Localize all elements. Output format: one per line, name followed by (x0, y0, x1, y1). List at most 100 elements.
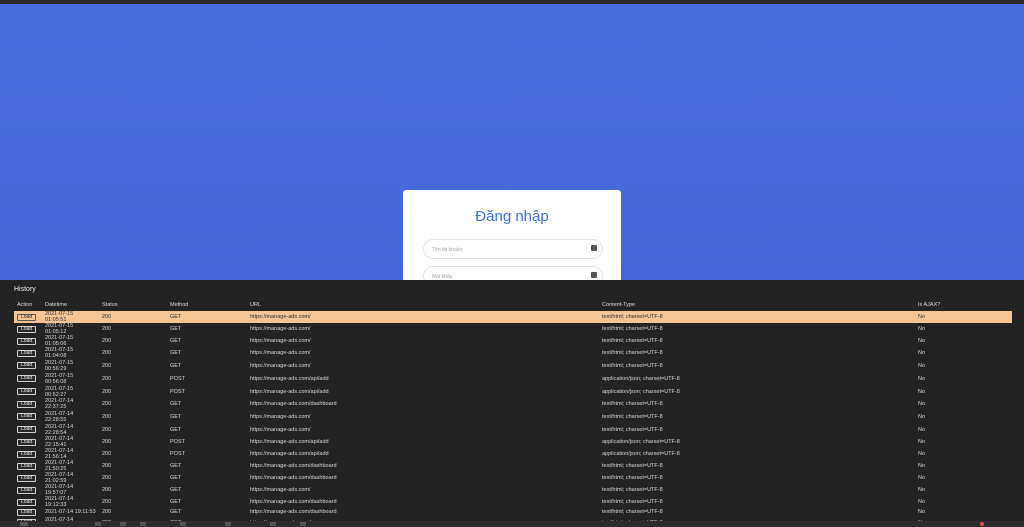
cell-content-type: text/html; charset=UTF-8 (602, 463, 663, 469)
cell-status: 200 (102, 413, 112, 420)
cell-url: https://manage-ads.com/api/add (250, 375, 329, 382)
cell-action: Load (14, 359, 42, 372)
password-input[interactable] (430, 269, 584, 280)
table-row[interactable]: Load 2021-07-15 01:05:06 200 GET https://man… (14, 335, 1012, 347)
cell-is-ajax: No (918, 499, 926, 505)
load-button[interactable]: Load (17, 474, 37, 482)
cell-status: 200 (102, 350, 112, 356)
history-panel: History Action Datetime Status Method UR… (0, 280, 1024, 521)
cell-content-type: text/html; charset=UTF-8 (602, 401, 663, 407)
table-row[interactable]: Load 2021-07-15 00:52:27 200 POST https://ma… (14, 385, 1012, 398)
table-row[interactable]: Load 2021-07-14 19:57:07 200 GET https://man… (14, 484, 1012, 496)
table-row[interactable]: Load 2021-07-14 21:02:59 200 GET https://man… (14, 472, 1012, 484)
cell-method: GET (170, 338, 182, 344)
cell-method: GET (170, 463, 182, 469)
cell-datetime: 2021-07-15 00:56:08 (45, 372, 74, 385)
cell-url: https://manage-ads.com/api/add (250, 388, 329, 395)
taskbar-icon[interactable] (180, 522, 186, 526)
taskbar-icon[interactable] (95, 522, 101, 526)
cell-content-type: text/html; charset=UTF-8 (602, 362, 663, 369)
taskbar-icon[interactable] (270, 522, 276, 526)
cell-datetime: 2021-07-14 22:28:55 (45, 410, 74, 423)
taskbar-icon[interactable] (225, 522, 231, 526)
cell-datetime: 2021-07-14 22:37:25 (45, 398, 74, 410)
table-row[interactable]: Load 2021-07-14 22:15:41 200 POST https://ma… (14, 436, 1012, 448)
cell-method: GET (170, 487, 182, 493)
cell-url: https://manage-ads.com/ (250, 426, 311, 433)
load-button[interactable]: Load (17, 450, 37, 458)
cell-datetime: 2021-07-14 19:11:53 (45, 509, 96, 516)
cell-url: https://manage-ads.com/dashboard (250, 463, 337, 469)
cell-action: Load (14, 436, 42, 448)
login-card: Đăng nhập (403, 190, 621, 280)
table-row[interactable]: Load 2021-07-15 00:56:08 200 POST https://ma… (14, 372, 1012, 385)
cell-action: Load (14, 385, 42, 398)
cell-content-type: text/html; charset=UTF-8 (602, 499, 663, 505)
cell-content-type: text/html; charset=UTF-8 (602, 326, 663, 332)
load-button[interactable]: Load (17, 362, 37, 369)
table-row[interactable]: Load 2021-07-15 00:56:29 200 GET https://man… (14, 359, 1012, 372)
cell-is-ajax: No (918, 375, 926, 382)
load-button[interactable]: Load (17, 313, 37, 321)
cell-content-type: text/html; charset=UTF-8 (602, 487, 663, 493)
load-button[interactable]: Load (17, 426, 37, 433)
username-field[interactable] (423, 239, 603, 259)
load-button[interactable]: Load (17, 486, 37, 494)
table-row[interactable]: Load 2021-07-15 01:05:51 200 GET https://man… (14, 311, 1012, 323)
taskbar-icon[interactable] (300, 522, 306, 526)
load-button[interactable]: Load (17, 337, 37, 345)
cell-url: https://manage-ads.com/ (250, 362, 311, 369)
load-button[interactable]: Load (17, 438, 37, 446)
notification-dot-icon (980, 522, 984, 526)
load-button[interactable]: Load (17, 375, 37, 382)
cell-datetime: 2021-07-14 21:50:25 (45, 460, 74, 472)
cell-status: 200 (102, 439, 112, 445)
cell-method: GET (167, 311, 247, 323)
load-button[interactable]: Load (17, 388, 37, 395)
taskbar-icon[interactable] (20, 522, 28, 526)
cell-content-type: text/html; charset=UTF-8 (602, 475, 663, 481)
cell-content-type: application/json; charset=UTF-8 (602, 439, 680, 445)
column-header-action: Action (17, 302, 33, 308)
table-row[interactable]: Load 2021-07-14 21:50:25 200 GET https://man… (14, 460, 1012, 472)
column-header-content-type: Content-Type (602, 302, 636, 308)
table-row[interactable]: Load 2021-07-14 19:11:53 200 GET https://man… (14, 508, 1012, 517)
cell-datetime: 2021-07-15 00:56:29 (45, 359, 74, 372)
cell-action: Load (14, 423, 42, 436)
table-row[interactable]: Load 2021-07-14 19:12:33 200 GET https://man… (14, 496, 1012, 508)
table-row[interactable]: Load 2021-07-14 22:37:25 200 GET https://man… (14, 398, 1012, 410)
username-input[interactable] (430, 242, 584, 258)
load-button[interactable]: Load (17, 413, 37, 420)
load-button[interactable]: Load (17, 462, 37, 470)
cell-status: 200 (102, 487, 112, 493)
taskbar-icon[interactable] (120, 522, 126, 526)
load-button[interactable]: Load (17, 349, 37, 357)
cell-method: POST (170, 388, 185, 395)
load-button[interactable]: Load (17, 325, 37, 333)
table-row[interactable]: Load 2021-07-14 22:28:55 200 GET https://man… (14, 410, 1012, 423)
cell-is-ajax: No (918, 426, 926, 433)
load-button[interactable]: Load (17, 400, 37, 408)
password-field[interactable] (423, 266, 603, 280)
cell-status: 200 (102, 401, 112, 407)
cell-url: https://manage-ads.com/ (250, 338, 311, 344)
table-row[interactable]: Load 2021-07-15 01:04:08 200 GET https://man… (14, 347, 1012, 359)
cell-is-ajax: No (918, 388, 926, 395)
cell-method: GET (170, 326, 182, 332)
cell-method: GET (170, 350, 182, 356)
table-row[interactable]: Load 2021-07-15 01:05:12 200 GET https://man… (14, 323, 1012, 335)
cell-method: GET (170, 362, 182, 369)
cell-status: 200 (102, 326, 112, 332)
taskbar-icon[interactable] (140, 522, 146, 526)
cell-datetime: 2021-07-14 19:12:33 (45, 496, 74, 508)
column-header-status: Status (102, 302, 118, 308)
cell-url: https://manage-ads.com/ (250, 413, 311, 420)
load-button[interactable]: Load (17, 498, 37, 506)
cell-action: Load (14, 508, 42, 517)
table-row[interactable]: Load 2021-07-14 22:28:54 200 GET https://man… (14, 423, 1012, 436)
cell-status: 200 (102, 451, 112, 457)
cell-status: 200 (102, 499, 112, 505)
table-row[interactable]: Load 2021-07-14 21:56:14 200 POST https://ma… (14, 448, 1012, 460)
cell-url: https://manage-ads.com/dashboard (250, 499, 337, 505)
load-button[interactable]: Load (17, 508, 37, 516)
